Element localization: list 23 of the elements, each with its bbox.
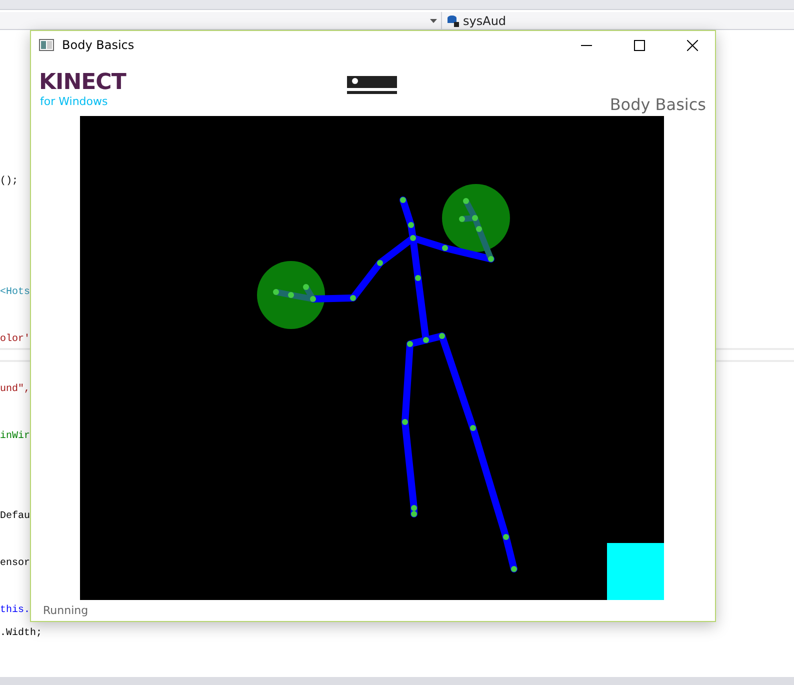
close-icon <box>687 40 698 50</box>
data-source-label[interactable]: sysAud <box>463 14 506 28</box>
code-line: ensor <box>0 557 30 571</box>
code-line: .Width; <box>0 627 42 641</box>
code-line: inWir <box>0 430 30 444</box>
code-line: olor' <box>0 333 30 347</box>
database-icon <box>447 14 459 26</box>
brand-logo: KINECT <box>39 71 128 95</box>
status-text: Running <box>43 604 90 617</box>
maximize-icon <box>634 40 645 50</box>
window-title: Body Basics <box>62 38 136 52</box>
app-icon <box>39 39 54 51</box>
code-line: (); <box>0 175 18 189</box>
code-line: <Hots <box>0 286 30 300</box>
code-line: this. <box>0 604 30 618</box>
brand-subtitle: for Windows <box>40 95 109 108</box>
sensor-icon <box>347 76 397 95</box>
code-line: Defau <box>0 510 30 524</box>
code-line: und", <box>0 383 30 397</box>
minimize-icon <box>581 44 592 46</box>
clipping-indicator <box>607 543 664 600</box>
app-title: Body Basics <box>610 95 706 115</box>
dropdown-arrow-icon[interactable] <box>430 18 437 22</box>
